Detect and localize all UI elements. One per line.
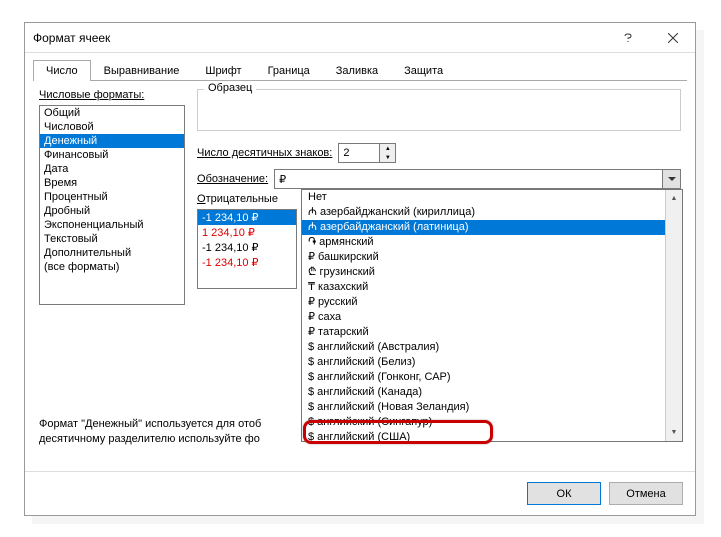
tab-защита[interactable]: Защита: [391, 60, 456, 81]
dialog-body: Числовые форматы: ОбщийЧисловойДенежныйФ…: [33, 85, 687, 471]
format-cells-dialog: Формат ячеек ЧислоВыравниваниеШрифтГрани…: [24, 22, 696, 516]
dropdown-item[interactable]: ₸ казахский: [302, 280, 665, 295]
number-formats-label: Числовые форматы:: [39, 89, 144, 101]
negatives-list[interactable]: -1 234,10 ₽1 234,10 ₽-1 234,10 ₽-1 234,1…: [197, 209, 297, 289]
scroll-track[interactable]: [666, 207, 682, 424]
negatives-label: Отрицательные: [197, 193, 278, 205]
scroll-down-button[interactable]: ▼: [666, 424, 682, 441]
format-item[interactable]: Дата: [40, 162, 184, 176]
format-item[interactable]: Финансовый: [40, 148, 184, 162]
sample-group: Образец: [197, 89, 681, 131]
symbol-row: Обозначение:: [197, 169, 681, 189]
decimals-spinner[interactable]: ▲ ▼: [338, 143, 396, 163]
format-item[interactable]: Числовой: [40, 120, 184, 134]
dropdown-item[interactable]: Нет: [302, 190, 665, 205]
dropdown-item[interactable]: ₾ грузинский: [302, 265, 665, 280]
help-button[interactable]: [605, 23, 650, 53]
format-item[interactable]: Общий: [40, 106, 184, 120]
dialog-footer: ОК Отмена: [25, 471, 695, 515]
format-item[interactable]: Время: [40, 176, 184, 190]
sample-legend: Образец: [204, 82, 256, 94]
dropdown-item[interactable]: ₽ татарский: [302, 325, 665, 340]
dropdown-item[interactable]: ₽ саха: [302, 310, 665, 325]
format-item[interactable]: Денежный: [40, 134, 184, 148]
dropdown-item[interactable]: $ английский (Новая Зеландия): [302, 400, 665, 415]
dropdown-item[interactable]: $ английский (Гонконг, САР): [302, 370, 665, 385]
format-item[interactable]: Процентный: [40, 190, 184, 204]
symbol-dropdown-list[interactable]: Нет₼ азербайджанский (кириллица)₼ азерба…: [301, 189, 683, 442]
format-item[interactable]: Экспоненциальный: [40, 218, 184, 232]
close-button[interactable]: [650, 23, 695, 53]
symbol-label: Обозначение:: [197, 173, 268, 185]
dropdown-item[interactable]: $ английский (Австралия): [302, 340, 665, 355]
decimals-up[interactable]: ▲: [380, 144, 395, 153]
decimals-down[interactable]: ▼: [380, 153, 395, 162]
scroll-up-button[interactable]: ▲: [666, 190, 682, 207]
dropdown-item[interactable]: $ английский (Белиз): [302, 355, 665, 370]
symbol-dropdown-button[interactable]: [662, 170, 680, 188]
decimals-input[interactable]: [339, 144, 379, 162]
symbol-combobox[interactable]: [274, 169, 681, 189]
dropdown-item[interactable]: ₼ азербайджанский (кириллица): [302, 205, 665, 220]
negative-item[interactable]: -1 234,10 ₽: [198, 210, 296, 225]
tab-шрифт[interactable]: Шрифт: [192, 60, 254, 81]
format-item[interactable]: Текстовый: [40, 232, 184, 246]
dropdown-item[interactable]: ₼ азербайджанский (латиница): [302, 220, 665, 235]
decimals-label: Число десятичных знаков:: [197, 147, 332, 159]
dropdown-item[interactable]: ₽ русский: [302, 295, 665, 310]
tab-граница[interactable]: Граница: [255, 60, 323, 81]
tab-выравнивание[interactable]: Выравнивание: [91, 60, 193, 81]
dropdown-item[interactable]: ֏ армянский: [302, 235, 665, 250]
window-title: Формат ячеек: [25, 31, 110, 45]
decimals-row: Число десятичных знаков: ▲ ▼: [197, 143, 396, 163]
hint-text: Формат "Денежный" используется для отоб …: [39, 417, 397, 448]
format-item[interactable]: Дробный: [40, 204, 184, 218]
cancel-button[interactable]: Отмена: [609, 482, 683, 505]
tab-число[interactable]: Число: [33, 60, 91, 81]
tab-заливка[interactable]: Заливка: [323, 60, 391, 81]
format-item[interactable]: Дополнительный: [40, 246, 184, 260]
negative-item[interactable]: -1 234,10 ₽: [198, 240, 296, 255]
ok-button[interactable]: ОК: [527, 482, 601, 505]
negative-item[interactable]: 1 234,10 ₽: [198, 225, 296, 240]
symbol-input[interactable]: [275, 170, 662, 188]
dropdown-item[interactable]: $ английский (Канада): [302, 385, 665, 400]
tab-strip: ЧислоВыравниваниеШрифтГраницаЗаливкаЗащи…: [33, 59, 687, 81]
titlebar: Формат ячеек: [25, 23, 695, 53]
dropdown-scrollbar[interactable]: ▲ ▼: [665, 190, 682, 441]
number-formats-list[interactable]: ОбщийЧисловойДенежныйФинансовыйДатаВремя…: [39, 105, 185, 305]
dropdown-item[interactable]: ₽ башкирский: [302, 250, 665, 265]
negative-item[interactable]: -1 234,10 ₽: [198, 255, 296, 270]
format-item[interactable]: (все форматы): [40, 260, 184, 274]
